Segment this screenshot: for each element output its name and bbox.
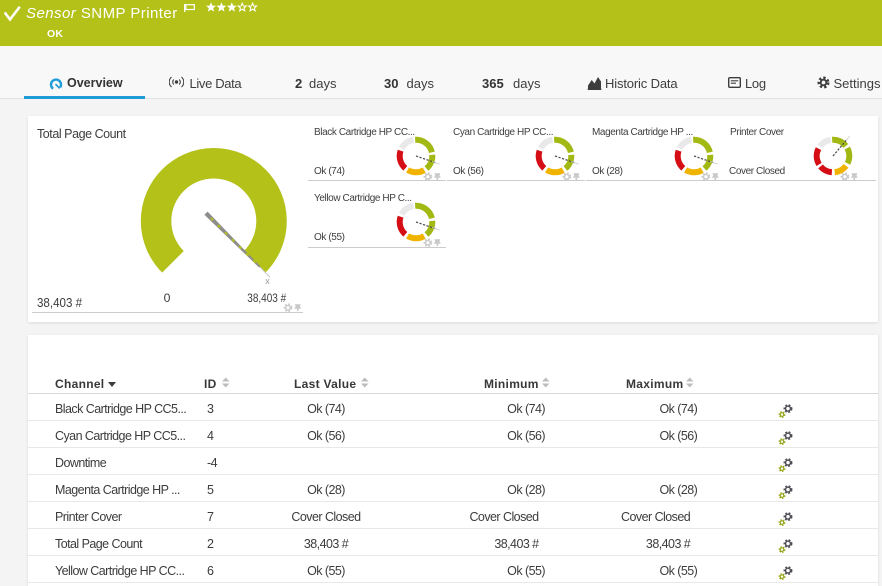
- svg-text:x: x: [265, 276, 270, 286]
